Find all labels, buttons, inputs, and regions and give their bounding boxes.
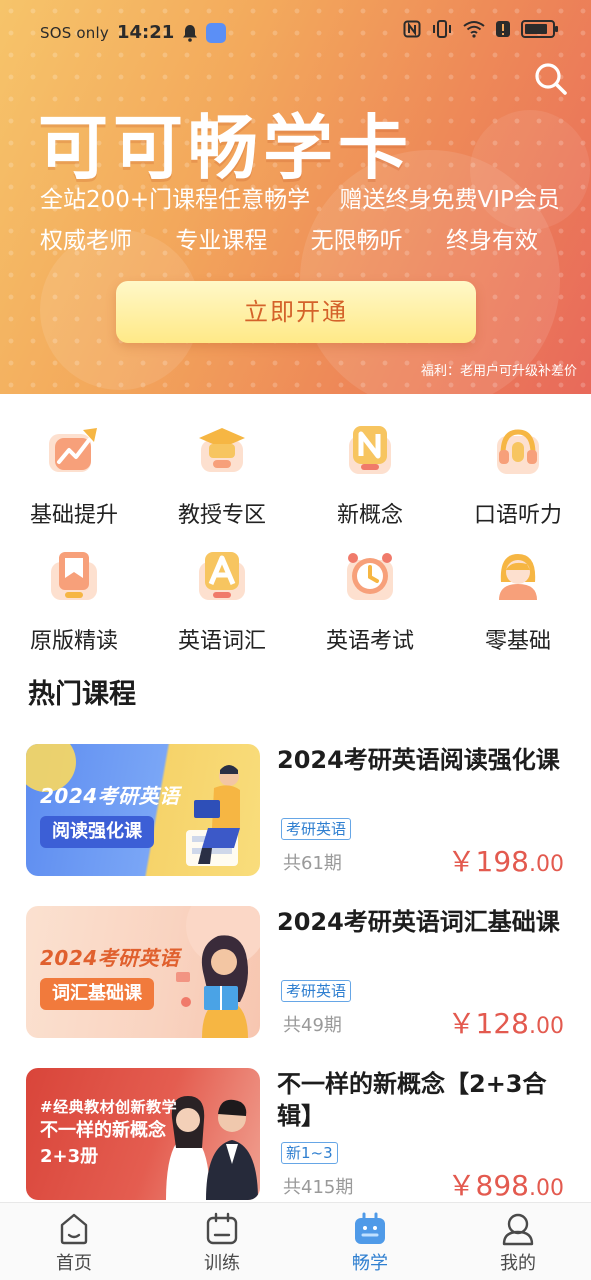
category-basic-improvement[interactable]: 基础提升	[0, 422, 148, 532]
thumb-headline: #经典教材创新教学	[40, 1098, 178, 1116]
category-label: 口语听力	[473, 503, 562, 528]
price-integer: 128	[475, 1007, 529, 1040]
category-zero-basics[interactable]: 零基础	[444, 548, 591, 658]
banner-feature: 无限畅听	[310, 228, 403, 254]
profile-icon	[502, 1213, 534, 1246]
price-symbol: ￥	[447, 845, 476, 878]
course-badge: 考研英语	[281, 818, 352, 840]
course-thumbnail: #经典教材创新教学 不一样的新概念2+3册	[26, 1068, 260, 1200]
course-episode-count: 共61期	[283, 853, 342, 874]
letter-a-icon	[199, 552, 245, 600]
wifi-icon	[463, 21, 485, 38]
course-card[interactable]: 2024考研英语 词汇基础课 2024考研英语词汇基础课 考研英语 共49期 ￥…	[26, 906, 566, 1040]
clock: 14:21	[116, 22, 175, 43]
course-title: 2024考研英语词汇基础课	[277, 908, 560, 936]
category-speaking-listening[interactable]: 口语听力	[444, 422, 591, 532]
category-original-reading[interactable]: 原版精读	[0, 548, 148, 658]
reading-illustration	[26, 744, 240, 866]
battery-icon	[521, 20, 558, 38]
price-decimal: .00	[529, 1176, 564, 1201]
category-label: 零基础	[484, 629, 551, 654]
home-icon	[60, 1213, 88, 1245]
course-title: 2024考研英语阅读强化课	[277, 746, 560, 774]
course-price: ￥198.00	[448, 840, 564, 880]
price-integer: 198	[475, 845, 529, 878]
category-label: 教授专区	[177, 503, 266, 528]
thumb-tag: 阅读强化课	[40, 816, 154, 848]
course-thumbnail: 2024考研英语 词汇基础课	[26, 906, 260, 1038]
course-price: ￥898.00	[448, 1164, 564, 1204]
banner-features: 权威老师 专业课程 无限畅听 终身有效	[40, 221, 538, 255]
course-title: 不一样的新概念【2+3合辑】	[277, 1070, 547, 1130]
category-label: 原版精读	[29, 629, 118, 654]
headset-icon	[497, 429, 539, 474]
open-now-button[interactable]: 立即开通	[116, 281, 476, 343]
banner-subtitle: 全站200+门课程任意畅学 赠送终身免费VIP会员	[40, 180, 560, 214]
vibrate-icon	[433, 20, 451, 38]
thumb-headline: 2024考研英语	[40, 946, 180, 970]
category-label: 新概念	[336, 503, 403, 528]
nfc-icon	[403, 20, 421, 38]
section-title-hot-courses: 热门课程	[28, 679, 136, 710]
category-label: 英语考试	[325, 629, 414, 654]
bookmark-icon	[51, 552, 97, 600]
tab-label: 训练	[204, 1253, 240, 1274]
tab-label: 畅学	[352, 1253, 388, 1274]
search-icon[interactable]	[530, 58, 572, 100]
price-symbol: ￥	[447, 1169, 476, 1202]
vocabulary-illustration	[176, 906, 260, 1038]
banner-subtitle-right: 赠送终身免费VIP会员	[339, 187, 560, 213]
letter-n-icon	[349, 426, 391, 474]
tab-label: 我的	[500, 1253, 536, 1274]
thumb-tag: 不一样的新概念2+3册	[40, 1120, 166, 1167]
banner-subtitle-left: 全站200+门课程任意畅学	[40, 187, 311, 213]
course-price: ￥128.00	[448, 1002, 564, 1042]
course-thumbnail: 2024考研英语 阅读强化课	[26, 744, 260, 876]
category-professor-zone[interactable]: 教授专区	[148, 422, 296, 532]
category-english-vocabulary[interactable]: 英语词汇	[148, 548, 296, 658]
course-badge: 新1~3	[281, 1142, 338, 1164]
tab-label: 首页	[56, 1253, 92, 1274]
thumb-headline: 2024考研英语	[40, 784, 180, 808]
category-label: 英语词汇	[177, 629, 266, 654]
training-icon	[206, 1212, 238, 1245]
app-notification-icon	[206, 22, 227, 43]
category-new-concept[interactable]: 新概念	[296, 422, 444, 532]
girl-avatar-icon	[499, 554, 537, 600]
course-card[interactable]: #经典教材创新教学 不一样的新概念2+3册 不一样的新概念【2+3合辑】 新1~…	[26, 1068, 566, 1202]
category-english-exam[interactable]: 英语考试	[296, 548, 444, 658]
vip-banner: SOS only 14:21 可可畅学卡 全站200+门课程任意畅学 赠送终身免…	[0, 0, 591, 394]
price-integer: 898	[475, 1169, 529, 1202]
tab-profile[interactable]: 我的	[444, 1203, 591, 1280]
course-card[interactable]: 2024考研英语 阅读强化课 2024考研英语阅读强化课 考研英语 共61期 ￥…	[26, 744, 566, 878]
bottom-tab-bar: 首页 训练 畅学 我的	[0, 1202, 591, 1280]
banner-feature: 终身有效	[445, 228, 538, 254]
tab-home[interactable]: 首页	[0, 1203, 148, 1280]
thumb-tag: 词汇基础课	[40, 978, 154, 1010]
course-badge: 考研英语	[281, 980, 352, 1002]
category-label: 基础提升	[29, 503, 118, 528]
course-episode-count: 共415期	[283, 1177, 354, 1198]
changxue-icon	[355, 1212, 385, 1244]
trend-up-icon	[49, 428, 97, 472]
welfare-note: 福利：老用户可升级补差价	[420, 364, 577, 379]
price-decimal: .00	[529, 852, 564, 877]
bell-icon	[183, 24, 198, 42]
graduation-cap-icon	[199, 428, 245, 472]
price-symbol: ￥	[447, 1007, 476, 1040]
clock-icon	[347, 553, 393, 600]
price-decimal: .00	[529, 1014, 564, 1039]
tab-training[interactable]: 训练	[148, 1203, 296, 1280]
tab-changxue[interactable]: 畅学	[296, 1203, 444, 1280]
status-bar: SOS only 14:21	[0, 0, 591, 64]
carrier-label: SOS only	[40, 23, 109, 42]
banner-title: 可可畅学卡	[38, 107, 413, 189]
course-episode-count: 共49期	[283, 1015, 342, 1036]
banner-feature: 专业课程	[175, 228, 268, 254]
alert-icon	[496, 21, 510, 37]
banner-feature: 权威老师	[40, 228, 132, 254]
